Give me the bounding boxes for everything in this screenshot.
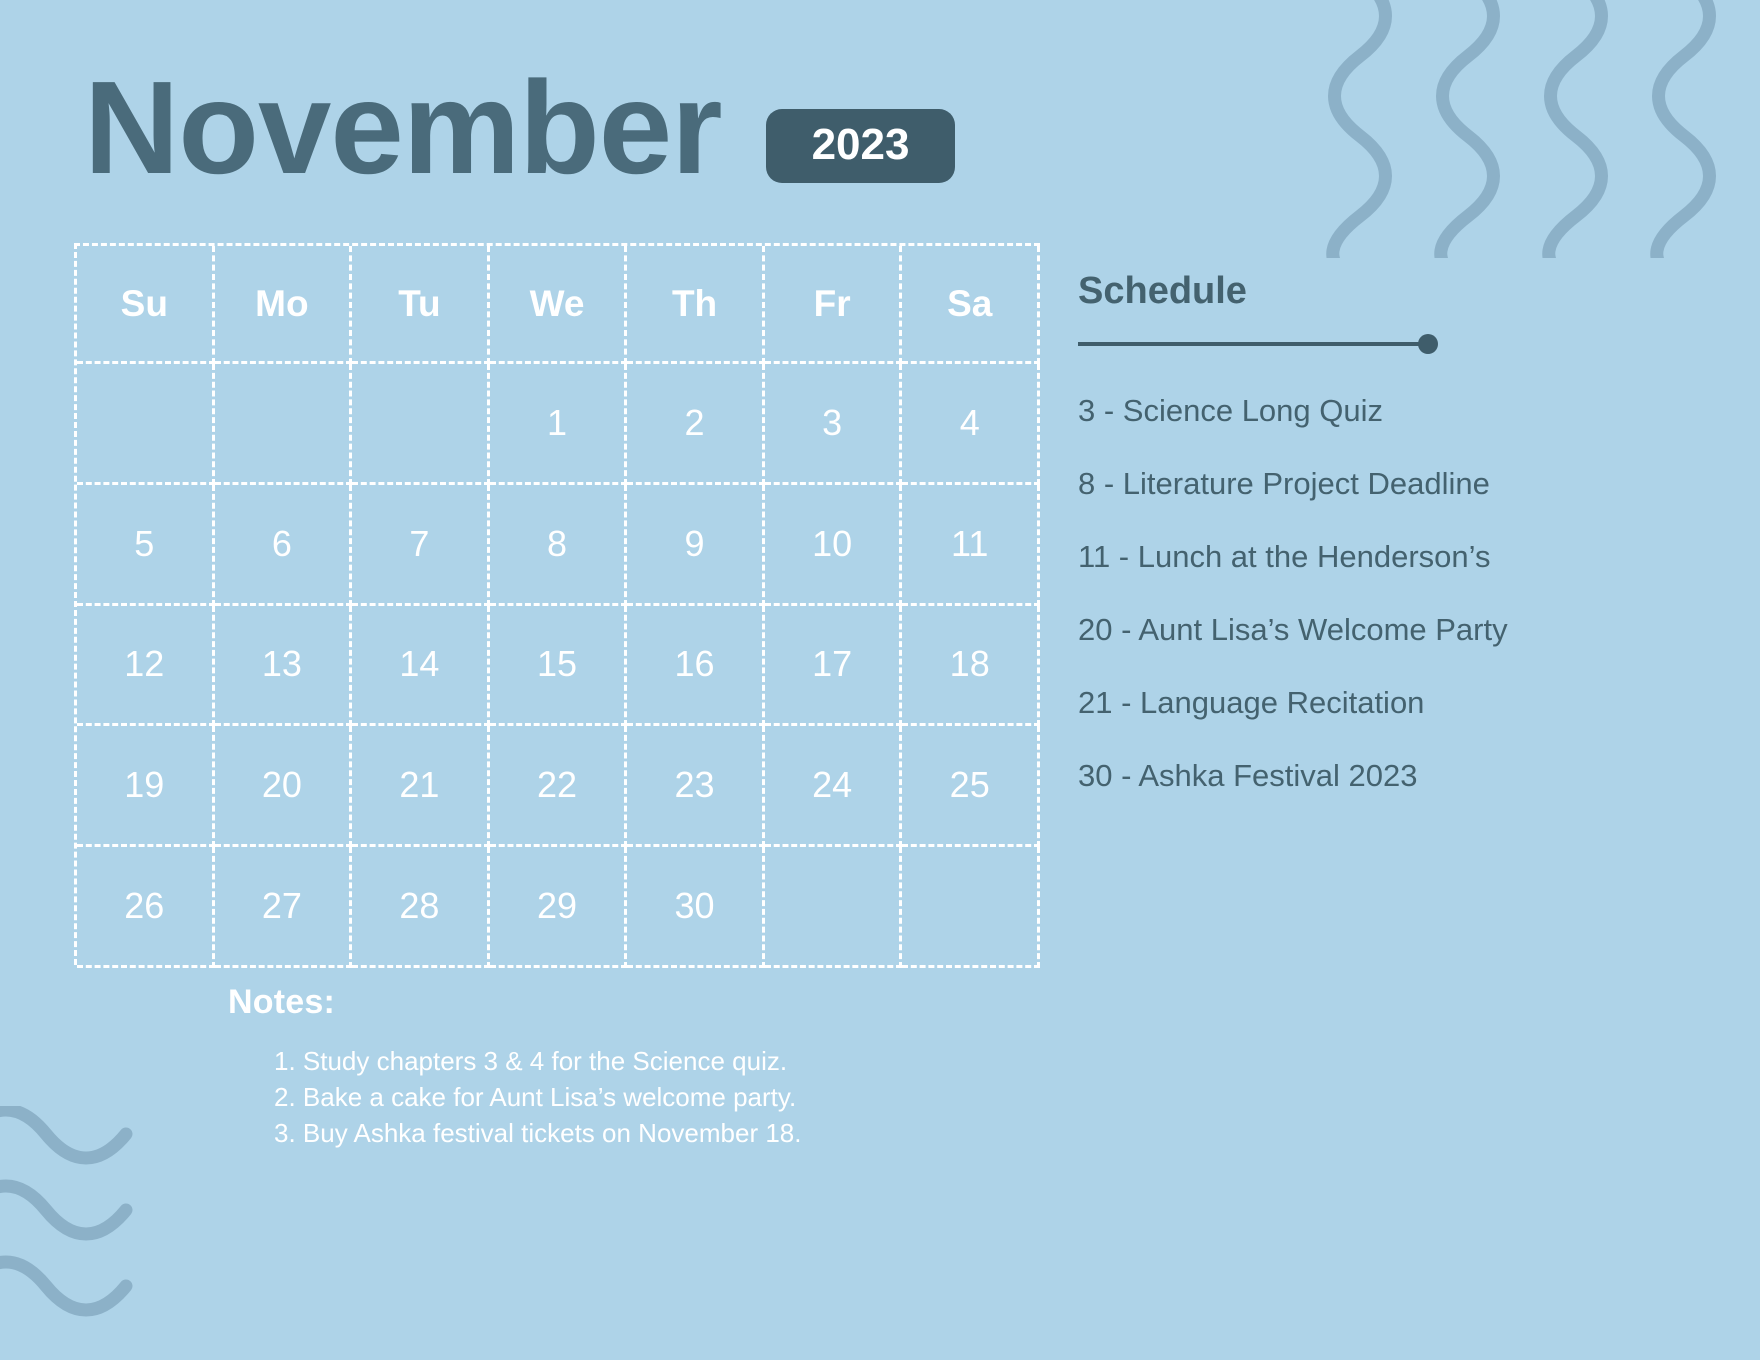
schedule-panel: Schedule 3 - Science Long Quiz 8 - Litera…	[1078, 272, 1638, 812]
day-cell-empty	[352, 364, 490, 485]
notes-section: Notes: 1. Study chapters 3 & 4 for the S…	[228, 983, 801, 1152]
day-cell-23[interactable]: 23	[627, 726, 765, 848]
day-cell-29[interactable]: 29	[489, 847, 628, 968]
day-cell-10[interactable]: 10	[764, 484, 903, 606]
day-cell-26[interactable]: 26	[77, 847, 215, 968]
weekday-header-we: We	[489, 246, 628, 364]
calendar-header: November 2023	[84, 54, 956, 201]
day-cell-empty	[77, 364, 215, 485]
day-cell-6[interactable]: 6	[214, 484, 353, 606]
notes-title: Notes:	[228, 983, 335, 1021]
day-cell-17[interactable]: 17	[764, 605, 903, 727]
day-cell-19[interactable]: 19	[77, 726, 215, 848]
weekday-header-sa: Sa	[902, 246, 1040, 364]
note-line: 1. Study chapters 3 & 4 for the Science …	[274, 1046, 788, 1076]
schedule-item[interactable]: 11 - Lunch at the Henderson’s	[1078, 520, 1638, 593]
calendar-grid: Su Mo Tu We Th Fr Sa 1 2 3 4 5 6 7 8 9 10 11 12 13 14 15 16 17 1…	[74, 243, 1040, 968]
day-cell-9[interactable]: 9	[627, 484, 765, 606]
day-cell-25[interactable]: 25	[902, 726, 1040, 848]
day-cell-15[interactable]: 15	[489, 605, 628, 727]
day-cell-empty	[764, 847, 903, 968]
day-cell-14[interactable]: 14	[352, 605, 490, 727]
day-cell-16[interactable]: 16	[627, 605, 765, 727]
schedule-divider	[1078, 334, 1638, 354]
day-cell-11[interactable]: 11	[902, 484, 1040, 606]
wave-decoration-top-right	[1326, 0, 1716, 258]
day-cell-13[interactable]: 13	[214, 605, 353, 727]
schedule-list: 3 - Science Long Quiz 8 - Literature Proj…	[1078, 374, 1638, 812]
day-cell-12[interactable]: 12	[77, 605, 215, 727]
day-cell-20[interactable]: 20	[214, 726, 353, 848]
schedule-title: Schedule	[1078, 270, 1247, 312]
schedule-item[interactable]: 21 - Language Recitation	[1078, 666, 1638, 739]
day-cell-28[interactable]: 28	[352, 847, 490, 968]
notes-list: 1. Study chapters 3 & 4 for the Science …	[228, 1044, 801, 1152]
day-cell-27[interactable]: 27	[214, 847, 353, 968]
weekday-header-th: Th	[627, 246, 765, 364]
day-cell-empty	[214, 364, 353, 485]
schedule-divider-line	[1078, 342, 1430, 346]
schedule-item[interactable]: 20 - Aunt Lisa’s Welcome Party	[1078, 593, 1638, 666]
day-cell-24[interactable]: 24	[764, 726, 903, 848]
day-cell-2[interactable]: 2	[627, 364, 765, 485]
day-cell-21[interactable]: 21	[352, 726, 490, 848]
day-cell-3[interactable]: 3	[764, 364, 903, 485]
year-badge: 2023	[765, 109, 956, 183]
weekday-header-fr: Fr	[764, 246, 903, 364]
note-line: 2. Bake a cake for Aunt Lisa’s welcome p…	[274, 1081, 797, 1112]
day-cell-7[interactable]: 7	[352, 484, 490, 606]
day-cell-1[interactable]: 1	[489, 364, 628, 485]
weekday-header-mo: Mo	[214, 246, 353, 364]
schedule-item[interactable]: 8 - Literature Project Deadline	[1078, 447, 1638, 520]
day-cell-5[interactable]: 5	[77, 484, 215, 606]
weekday-header-tu: Tu	[352, 246, 490, 364]
day-cell-22[interactable]: 22	[489, 726, 628, 848]
day-cell-empty	[902, 847, 1040, 968]
schedule-item[interactable]: 3 - Science Long Quiz	[1078, 374, 1638, 447]
day-cell-18[interactable]: 18	[902, 605, 1040, 727]
schedule-divider-dot-icon	[1418, 334, 1438, 354]
day-cell-4[interactable]: 4	[902, 364, 1040, 485]
wave-decoration-bottom-left	[0, 1106, 133, 1317]
note-line: 3. Buy Ashka festival tickets on Novembe…	[274, 1117, 802, 1148]
schedule-item[interactable]: 30 - Ashka Festival 2023	[1078, 739, 1638, 812]
day-cell-30[interactable]: 30	[627, 847, 765, 968]
page-title: November	[84, 54, 723, 201]
day-cell-8[interactable]: 8	[489, 484, 628, 606]
weekday-header-su: Su	[77, 246, 215, 364]
